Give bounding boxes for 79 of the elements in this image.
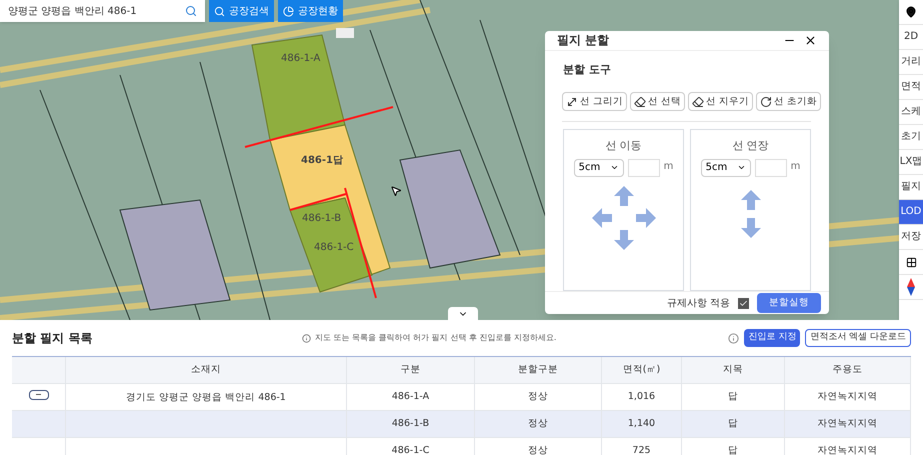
list-action-button[interactable]: 진입로 지정: [744, 329, 800, 347]
table-row[interactable]: 486-1-B 정상 1,140 답 자연녹지지역: [12, 410, 911, 437]
toolbar-button[interactable]: 초기: [899, 125, 923, 150]
unit-label: m: [790, 160, 800, 174]
table-cell: 답: [728, 444, 738, 455]
parcel-label: 486-1-C: [314, 241, 354, 255]
arrow-icon[interactable]: [612, 228, 634, 251]
eraser-icon: [634, 96, 646, 108]
dialog-title: 필지 분할: [557, 32, 610, 50]
arrow-icon[interactable]: [740, 216, 762, 239]
table-cell-text: 답: [728, 390, 738, 404]
close-icon[interactable]: [804, 34, 817, 47]
table-cell-text: 486-1-A: [392, 390, 430, 404]
search-icon: [214, 6, 225, 16]
toolbar-button[interactable]: LX맵: [899, 150, 923, 175]
parcel-label: 486-1-A: [281, 52, 320, 66]
pie-chart-icon: [283, 6, 294, 16]
arrow-icon[interactable]: [612, 184, 634, 207]
toolbar-button[interactable]: 저장: [899, 225, 923, 250]
unit-label: m: [664, 160, 674, 174]
table-cell-text: 1,016: [628, 390, 656, 404]
top-button[interactable]: 공장현황: [278, 0, 343, 22]
map-pin-icon[interactable]: [905, 6, 917, 18]
tool-button[interactable]: 선 선택: [630, 92, 686, 112]
eraser-icon: [692, 96, 704, 108]
list-action-button[interactable]: 면적조서 엑셀 다운로드: [805, 329, 911, 347]
top-button[interactable]: 공장검색: [209, 0, 274, 22]
regulation-checkbox[interactable]: [738, 298, 749, 309]
tool-button[interactable]: 선 지우기: [688, 92, 754, 112]
info-icon[interactable]: [728, 332, 740, 344]
search-value: 양평군 양평읍 백안리 486-1: [8, 4, 137, 18]
table-cell-text: 자연녹지지역: [818, 390, 878, 404]
parcel-label: 486-1-B: [302, 212, 342, 226]
rotate-icon: [760, 96, 772, 108]
table-cell-text: 486-1-B: [392, 416, 430, 431]
regulation-label: 규제사항 적용: [666, 296, 730, 311]
toolbar-button[interactable]: 스케: [899, 100, 923, 125]
table-cell-text: 자연녹지지역: [818, 416, 878, 431]
info-icon: [302, 334, 311, 342]
run-split-button[interactable]: 분할실행: [757, 293, 821, 314]
table-cell: 자연녹지지역: [818, 444, 878, 455]
diagonal-arrow-icon: [566, 96, 578, 108]
toolbar-button[interactable]: 거리: [899, 50, 923, 75]
distance-field[interactable]: [754, 158, 787, 177]
panel-title: 선 연장: [732, 138, 769, 154]
arrow-icon[interactable]: [634, 206, 656, 229]
toolbar-button[interactable]: LOD: [899, 200, 923, 225]
compass-icon[interactable]: [907, 278, 915, 296]
collapse-button[interactable]: −: [28, 390, 48, 400]
toolbar-button[interactable]: 2D: [899, 25, 923, 50]
arrow-icon[interactable]: [590, 206, 612, 229]
section-title: 분할 도구: [563, 62, 612, 78]
step-select[interactable]: 5cm: [700, 158, 751, 177]
tool-button[interactable]: 선 초기화: [756, 92, 822, 112]
arrow-icon[interactable]: [740, 188, 762, 211]
table-cell-text: 정상: [528, 390, 548, 404]
check-icon: [739, 298, 748, 308]
panel-title: 선 이동: [605, 138, 642, 154]
table-row[interactable]: − 경기도 양평군 양평읍 백안리 486-1 486-1-A 정상 1,016 답 자연녹지지역: [12, 383, 911, 410]
table-cell: 725: [632, 444, 651, 455]
collapse-tab[interactable]: [448, 307, 478, 320]
table-cell-text: 정상: [528, 416, 548, 431]
tool-button[interactable]: 선 그리기: [562, 92, 628, 112]
parcel-label: 486-1답: [301, 154, 343, 168]
search-icon[interactable]: [185, 5, 197, 17]
grid-icon[interactable]: [906, 256, 916, 268]
table-row[interactable]: 486-1-C 정상 725 답 자연녹지지역: [12, 437, 911, 455]
table-cell: 486-1-C: [392, 444, 430, 455]
table-cell-text: 1,140: [628, 416, 656, 431]
cursor-icon: [390, 185, 402, 197]
distance-field[interactable]: [628, 158, 660, 177]
step-select[interactable]: 5cm: [574, 158, 624, 177]
table-cell-text: 답: [728, 416, 738, 431]
table-cell: 정상: [528, 444, 548, 455]
toolbar-button[interactable]: 면적: [899, 75, 923, 100]
list-hint: 지도 또는 목록을 클릭하여 허가 필지 선택 후 진입로를 지정하세요.: [315, 332, 556, 344]
search-field[interactable]: 양평군 양평읍 백안리 486-1: [0, 0, 205, 22]
list-title: 분할 필지 목록: [12, 330, 94, 347]
table-cell-text: 경기도 양평군 양평읍 백안리 486-1: [126, 391, 286, 405]
